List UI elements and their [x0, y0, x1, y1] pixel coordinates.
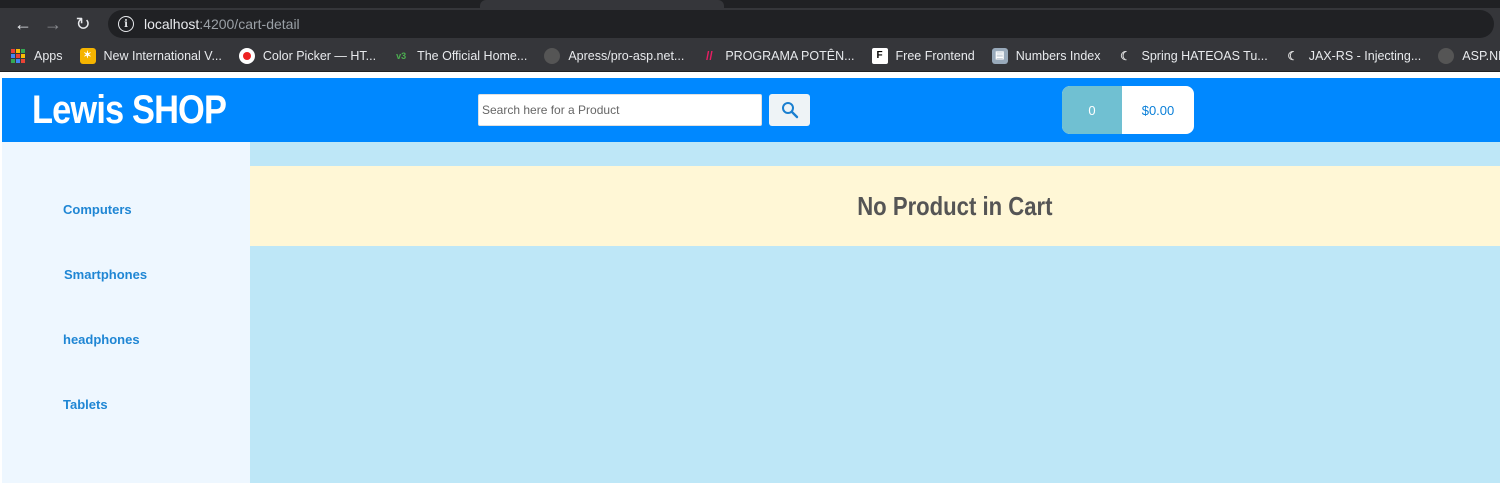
bookmark-label: PROGRAMA POTÊN...	[725, 48, 855, 63]
browser-tabstrip	[0, 0, 1500, 8]
bookmark-label: Apps	[34, 48, 63, 63]
apps-grid-icon	[10, 48, 26, 64]
bookmark-label: Spring HATEOAS Tu...	[1141, 48, 1268, 63]
color-picker-icon	[238, 47, 255, 64]
site-logo[interactable]: Lewis SHOP	[32, 88, 227, 133]
url-host: localhost	[144, 16, 200, 32]
leaf-icon: v3	[396, 50, 407, 61]
search-input[interactable]	[478, 94, 762, 126]
bookmark-label: Apress/pro-asp.net...	[568, 48, 685, 63]
back-icon[interactable]: ←	[8, 9, 38, 39]
bookmark-label: New International V...	[103, 48, 222, 63]
sidebar-item-headphones[interactable]: headphones	[63, 332, 250, 397]
bookmark-label: ASP.NETCoreWebA...	[1462, 48, 1500, 63]
star-bookmark-icon: ✶	[79, 47, 96, 64]
bookmarks-bar: Apps ✶ New International V... Color Pick…	[0, 40, 1500, 72]
search-button[interactable]	[769, 94, 810, 126]
bookmark-item[interactable]: ✶ New International V...	[79, 47, 222, 64]
cart-total: $0.00	[1141, 102, 1175, 118]
browser-toolbar: ← → ↻ i localhost:4200/cart-detail	[0, 8, 1500, 40]
address-bar[interactable]: i localhost:4200/cart-detail	[108, 10, 1494, 38]
category-sidebar: Computers Smartphones headphones Tablets	[2, 142, 250, 483]
bookmark-label: Numbers Index	[1015, 48, 1101, 63]
bookmark-apps[interactable]: Apps	[10, 48, 63, 64]
bookmark-item[interactable]: ☾ Spring HATEOAS Tu...	[1118, 48, 1268, 64]
cart-detail-content: No Product in Cart	[250, 142, 1500, 483]
bookmark-label: JAX-RS - Injecting...	[1308, 48, 1422, 63]
forward-icon[interactable]: →	[38, 9, 68, 39]
slash-logo-icon: //	[706, 48, 713, 63]
bookmark-item[interactable]: // PROGRAMA POTÊN...	[701, 48, 855, 64]
site-info-icon[interactable]: i	[118, 16, 134, 32]
sidebar-item-computers[interactable]: Computers	[63, 202, 250, 267]
site-header: Lewis SHOP 0 $0.00	[2, 78, 1500, 142]
github-icon	[544, 47, 561, 64]
sidebar-item-smartphones[interactable]: Smartphones	[64, 267, 250, 332]
bookmark-label: Color Picker — HT...	[262, 48, 377, 63]
bookmark-item[interactable]: ▤ Numbers Index	[991, 47, 1101, 64]
numbers-icon: ▤	[991, 47, 1008, 64]
cart-summary-button[interactable]: 0 $0.00	[1062, 86, 1194, 134]
reload-icon[interactable]: ↻	[68, 9, 98, 39]
url-path: :4200/cart-detail	[199, 16, 300, 32]
bookmark-item[interactable]: ☾ JAX-RS - Injecting...	[1285, 48, 1422, 64]
bookmark-label: The Official Home...	[417, 48, 528, 63]
active-tab[interactable]	[480, 0, 724, 8]
github-icon	[1438, 47, 1455, 64]
bookmark-label: Free Frontend	[895, 48, 975, 63]
search-icon	[781, 102, 798, 119]
ff-logo-icon: F	[871, 47, 888, 64]
moon-icon: ☾	[1120, 48, 1131, 63]
empty-cart-notice: No Product in Cart	[250, 166, 1500, 246]
cart-count-badge: 0	[1062, 86, 1122, 134]
bookmark-item[interactable]: Apress/pro-asp.net...	[544, 47, 685, 64]
moon-icon: ☾	[1287, 48, 1299, 63]
bookmark-item[interactable]: v3 The Official Home...	[393, 48, 527, 64]
bookmark-item[interactable]: ASP.NETCoreWebA...	[1438, 47, 1500, 64]
empty-cart-message: No Product in Cart	[857, 190, 1053, 221]
page-body: Computers Smartphones headphones Tablets…	[2, 142, 1500, 483]
bookmark-item[interactable]: Color Picker — HT...	[238, 47, 377, 64]
sidebar-item-tablets[interactable]: Tablets	[63, 397, 250, 462]
bookmark-item[interactable]: F Free Frontend	[871, 47, 975, 64]
